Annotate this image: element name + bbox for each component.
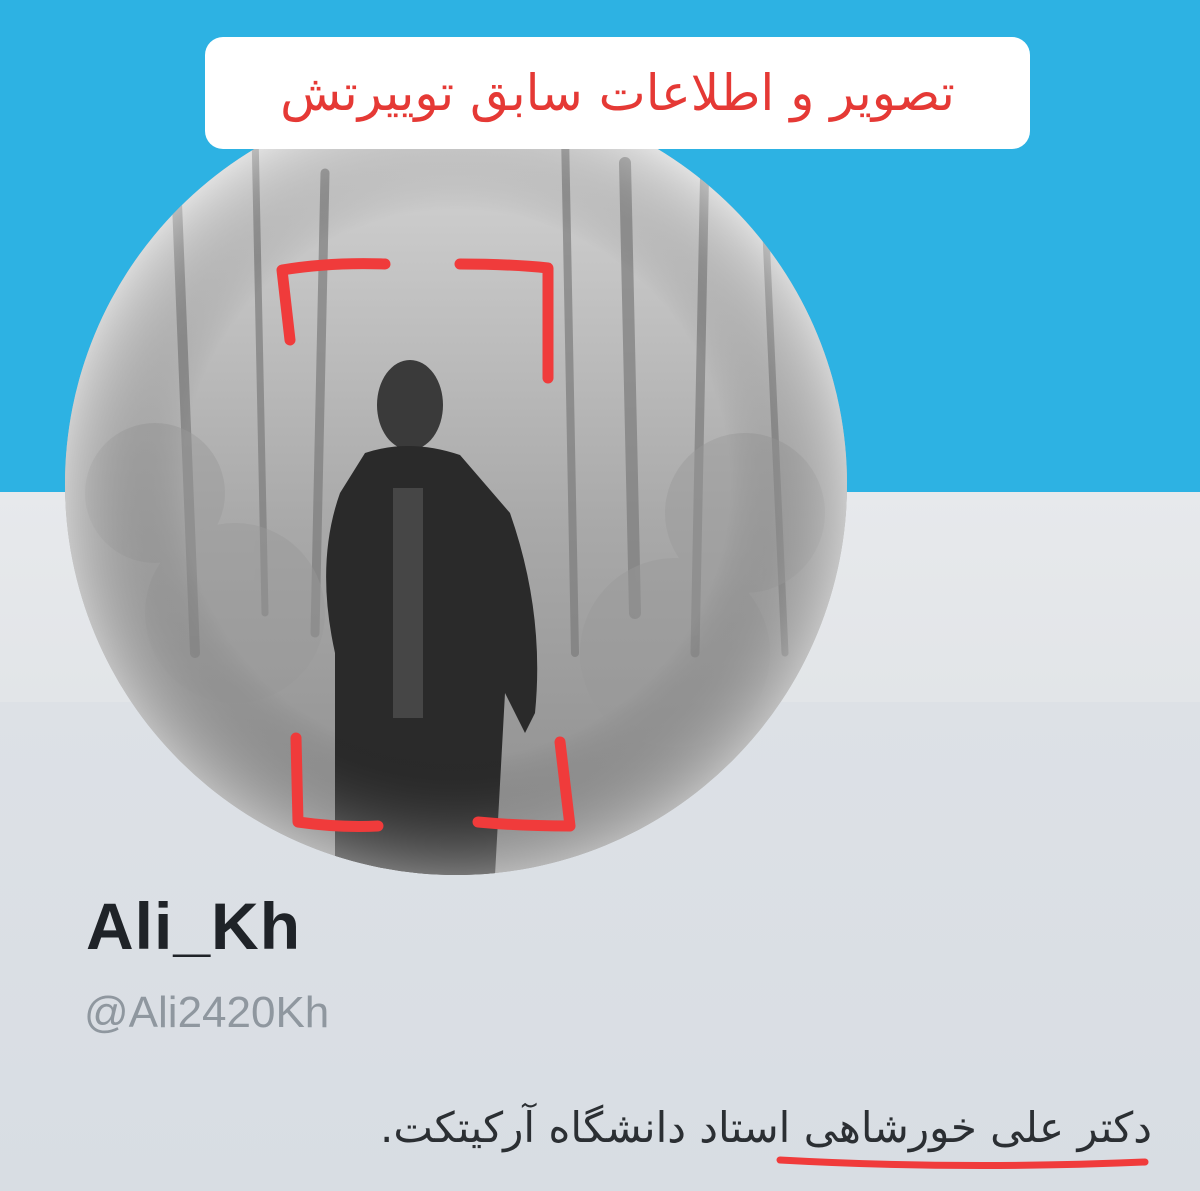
user-handle[interactable]: @Ali2420Kh: [84, 988, 329, 1038]
profile-bio: دکتر علی خورشاهی استاد دانشگاه آرکیتکت.: [380, 1103, 1152, 1152]
caption-text: تصویر و اطلاعات سابق توییرتش: [280, 64, 955, 122]
avatar-photo: [65, 93, 847, 875]
profile-avatar[interactable]: [65, 93, 847, 875]
display-name: Ali_Kh: [86, 889, 302, 963]
caption-box: تصویر و اطلاعات سابق توییرتش: [205, 37, 1030, 149]
